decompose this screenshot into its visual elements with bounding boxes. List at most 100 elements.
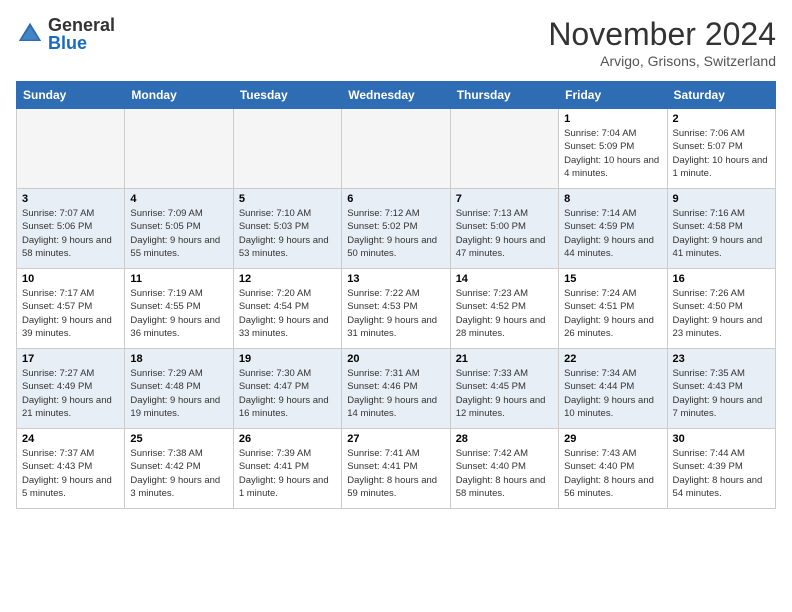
logo-blue-text: Blue xyxy=(48,34,115,52)
day-info: Sunrise: 7:23 AMSunset: 4:52 PMDaylight:… xyxy=(456,287,553,340)
calendar-cell xyxy=(450,109,558,189)
day-info: Sunrise: 7:31 AMSunset: 4:46 PMDaylight:… xyxy=(347,367,444,420)
day-number: 9 xyxy=(673,193,770,205)
week-row-5: 24 Sunrise: 7:37 AMSunset: 4:43 PMDayligh… xyxy=(17,429,776,509)
day-number: 12 xyxy=(239,273,336,285)
calendar-cell: 1 Sunrise: 7:04 AMSunset: 5:09 PMDaylight… xyxy=(559,109,667,189)
day-info: Sunrise: 7:13 AMSunset: 5:00 PMDaylight:… xyxy=(456,207,553,260)
month-title: November 2024 xyxy=(548,16,776,53)
day-info: Sunrise: 7:14 AMSunset: 4:59 PMDaylight:… xyxy=(564,207,661,260)
day-number: 29 xyxy=(564,433,661,445)
header-day-wednesday: Wednesday xyxy=(342,82,450,109)
day-info: Sunrise: 7:27 AMSunset: 4:49 PMDaylight:… xyxy=(22,367,119,420)
day-number: 15 xyxy=(564,273,661,285)
day-number: 27 xyxy=(347,433,444,445)
day-info: Sunrise: 7:16 AMSunset: 4:58 PMDaylight:… xyxy=(673,207,770,260)
calendar-cell: 3 Sunrise: 7:07 AMSunset: 5:06 PMDaylight… xyxy=(17,189,125,269)
day-number: 22 xyxy=(564,353,661,365)
calendar-cell xyxy=(125,109,233,189)
day-number: 21 xyxy=(456,353,553,365)
header-day-tuesday: Tuesday xyxy=(233,82,341,109)
day-number: 20 xyxy=(347,353,444,365)
calendar-cell: 29 Sunrise: 7:43 AMSunset: 4:40 PMDayligh… xyxy=(559,429,667,509)
day-number: 14 xyxy=(456,273,553,285)
day-number: 3 xyxy=(22,193,119,205)
day-number: 23 xyxy=(673,353,770,365)
calendar-cell: 20 Sunrise: 7:31 AMSunset: 4:46 PMDayligh… xyxy=(342,349,450,429)
day-info: Sunrise: 7:30 AMSunset: 4:47 PMDaylight:… xyxy=(239,367,336,420)
calendar-cell: 2 Sunrise: 7:06 AMSunset: 5:07 PMDaylight… xyxy=(667,109,775,189)
header-day-sunday: Sunday xyxy=(17,82,125,109)
day-info: Sunrise: 7:20 AMSunset: 4:54 PMDaylight:… xyxy=(239,287,336,340)
calendar-cell: 12 Sunrise: 7:20 AMSunset: 4:54 PMDayligh… xyxy=(233,269,341,349)
day-info: Sunrise: 7:34 AMSunset: 4:44 PMDaylight:… xyxy=(564,367,661,420)
day-info: Sunrise: 7:29 AMSunset: 4:48 PMDaylight:… xyxy=(130,367,227,420)
day-info: Sunrise: 7:07 AMSunset: 5:06 PMDaylight:… xyxy=(22,207,119,260)
week-row-2: 3 Sunrise: 7:07 AMSunset: 5:06 PMDaylight… xyxy=(17,189,776,269)
day-number: 19 xyxy=(239,353,336,365)
calendar-cell: 6Sunrise: 7:12 AMSunset: 5:02 PMDaylight… xyxy=(342,189,450,269)
calendar-cell: 30 Sunrise: 7:44 AMSunset: 4:39 PMDayligh… xyxy=(667,429,775,509)
day-number: 16 xyxy=(673,273,770,285)
day-number: 2 xyxy=(673,113,770,125)
day-info: Sunrise: 7:42 AMSunset: 4:40 PMDaylight:… xyxy=(456,447,553,500)
day-info: Sunrise: 7:39 AMSunset: 4:41 PMDaylight:… xyxy=(239,447,336,500)
day-number: 13 xyxy=(347,273,444,285)
location: Arvigo, Grisons, Switzerland xyxy=(548,53,776,69)
day-info: Sunrise: 7:19 AMSunset: 4:55 PMDaylight:… xyxy=(130,287,227,340)
calendar-cell: 15Sunrise: 7:24 AMSunset: 4:51 PMDayligh… xyxy=(559,269,667,349)
day-number: 26 xyxy=(239,433,336,445)
calendar-cell xyxy=(342,109,450,189)
day-info: Sunrise: 7:37 AMSunset: 4:43 PMDaylight:… xyxy=(22,447,119,500)
calendar-cell: 26 Sunrise: 7:39 AMSunset: 4:41 PMDayligh… xyxy=(233,429,341,509)
calendar-cell: 11 Sunrise: 7:19 AMSunset: 4:55 PMDayligh… xyxy=(125,269,233,349)
calendar-cell: 22 Sunrise: 7:34 AMSunset: 4:44 PMDayligh… xyxy=(559,349,667,429)
day-info: Sunrise: 7:41 AMSunset: 4:41 PMDaylight:… xyxy=(347,447,444,500)
day-number: 28 xyxy=(456,433,553,445)
day-number: 25 xyxy=(130,433,227,445)
header-day-thursday: Thursday xyxy=(450,82,558,109)
day-number: 1 xyxy=(564,113,661,125)
header-row: SundayMondayTuesdayWednesdayThursdayFrid… xyxy=(17,82,776,109)
calendar-cell: 27 Sunrise: 7:41 AMSunset: 4:41 PMDayligh… xyxy=(342,429,450,509)
day-info: Sunrise: 7:38 AMSunset: 4:42 PMDaylight:… xyxy=(130,447,227,500)
calendar-cell: 18Sunrise: 7:29 AMSunset: 4:48 PMDayligh… xyxy=(125,349,233,429)
day-info: Sunrise: 7:43 AMSunset: 4:40 PMDaylight:… xyxy=(564,447,661,500)
calendar-cell: 23Sunrise: 7:35 AMSunset: 4:43 PMDayligh… xyxy=(667,349,775,429)
title-area: November 2024 Arvigo, Grisons, Switzerla… xyxy=(548,16,776,69)
calendar-cell: 28 Sunrise: 7:42 AMSunset: 4:40 PMDayligh… xyxy=(450,429,558,509)
calendar-cell: 8Sunrise: 7:14 AMSunset: 4:59 PMDaylight… xyxy=(559,189,667,269)
day-number: 4 xyxy=(130,193,227,205)
calendar-cell: 13 Sunrise: 7:22 AMSunset: 4:53 PMDayligh… xyxy=(342,269,450,349)
calendar-cell: 10Sunrise: 7:17 AMSunset: 4:57 PMDayligh… xyxy=(17,269,125,349)
day-info: Sunrise: 7:33 AMSunset: 4:45 PMDaylight:… xyxy=(456,367,553,420)
calendar-cell: 21 Sunrise: 7:33 AMSunset: 4:45 PMDayligh… xyxy=(450,349,558,429)
week-row-1: 1 Sunrise: 7:04 AMSunset: 5:09 PMDaylight… xyxy=(17,109,776,189)
day-number: 24 xyxy=(22,433,119,445)
calendar-cell: 25 Sunrise: 7:38 AMSunset: 4:42 PMDayligh… xyxy=(125,429,233,509)
day-number: 7 xyxy=(456,193,553,205)
day-number: 10 xyxy=(22,273,119,285)
calendar-cell: 17 Sunrise: 7:27 AMSunset: 4:49 PMDayligh… xyxy=(17,349,125,429)
day-info: Sunrise: 7:06 AMSunset: 5:07 PMDaylight:… xyxy=(673,127,770,180)
header-day-friday: Friday xyxy=(559,82,667,109)
day-number: 6 xyxy=(347,193,444,205)
calendar-cell xyxy=(17,109,125,189)
calendar-cell: 14 Sunrise: 7:23 AMSunset: 4:52 PMDayligh… xyxy=(450,269,558,349)
day-info: Sunrise: 7:04 AMSunset: 5:09 PMDaylight:… xyxy=(564,127,661,180)
calendar-table: SundayMondayTuesdayWednesdayThursdayFrid… xyxy=(16,81,776,509)
day-info: Sunrise: 7:44 AMSunset: 4:39 PMDaylight:… xyxy=(673,447,770,500)
week-row-3: 10Sunrise: 7:17 AMSunset: 4:57 PMDayligh… xyxy=(17,269,776,349)
day-number: 17 xyxy=(22,353,119,365)
day-info: Sunrise: 7:26 AMSunset: 4:50 PMDaylight:… xyxy=(673,287,770,340)
calendar-cell: 16 Sunrise: 7:26 AMSunset: 4:50 PMDayligh… xyxy=(667,269,775,349)
day-number: 30 xyxy=(673,433,770,445)
day-info: Sunrise: 7:10 AMSunset: 5:03 PMDaylight:… xyxy=(239,207,336,260)
calendar-cell xyxy=(233,109,341,189)
logo-general-text: General xyxy=(48,16,115,34)
calendar-cell: 9 Sunrise: 7:16 AMSunset: 4:58 PMDaylight… xyxy=(667,189,775,269)
calendar-cell: 5Sunrise: 7:10 AMSunset: 5:03 PMDaylight… xyxy=(233,189,341,269)
day-number: 11 xyxy=(130,273,227,285)
day-info: Sunrise: 7:22 AMSunset: 4:53 PMDaylight:… xyxy=(347,287,444,340)
calendar-cell: 24 Sunrise: 7:37 AMSunset: 4:43 PMDayligh… xyxy=(17,429,125,509)
